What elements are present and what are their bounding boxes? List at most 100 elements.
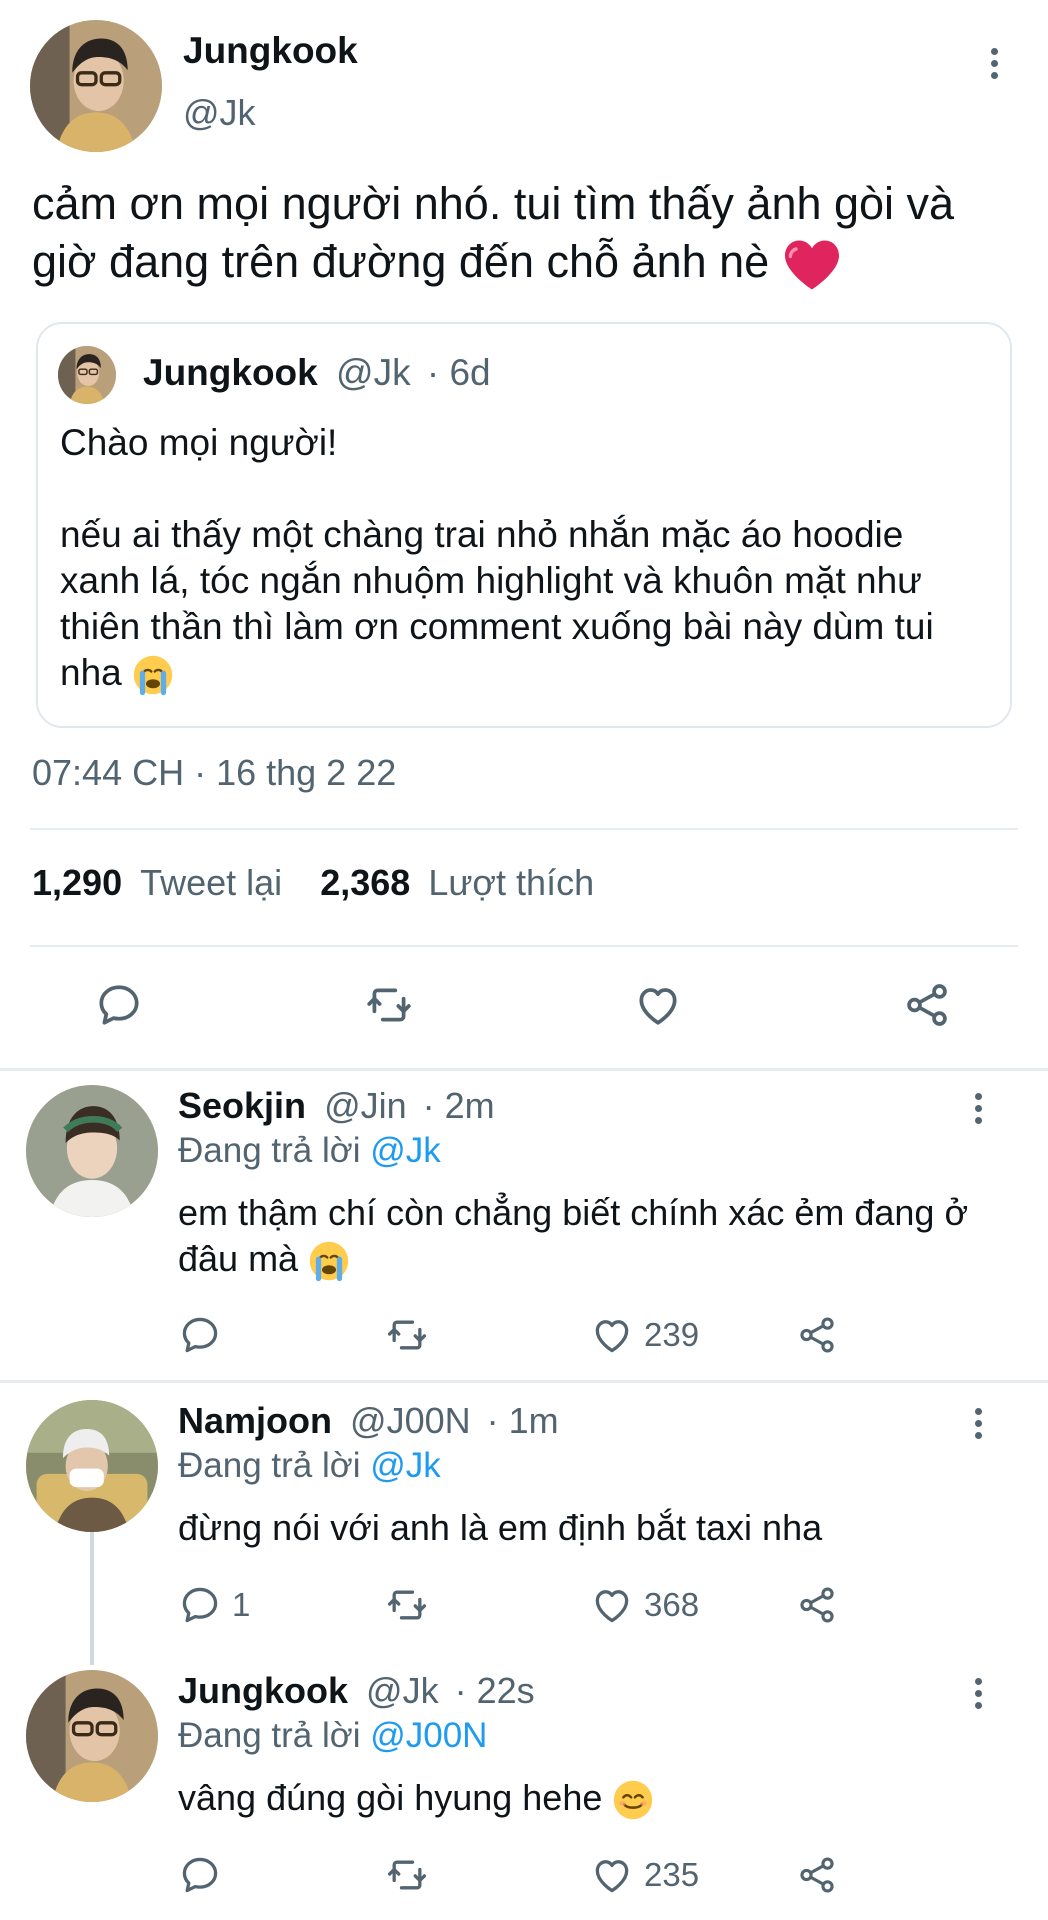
quoted-body: nếu ai thấy một chàng trai nhỏ nhắn mặc …	[60, 514, 934, 693]
reply-text-body: đừng nói với anh là em định bắt taxi nha	[178, 1507, 823, 1548]
tweet-stats: 1,290 Tweet lại 2,368 Lượt thích	[32, 862, 594, 904]
quoted-author-handle: @Jk	[336, 352, 411, 393]
more-vertical-icon[interactable]	[968, 1673, 988, 1713]
replying-prefix: Đang trả lời	[178, 1131, 361, 1170]
avatar-jungkook-image	[30, 20, 162, 152]
thread-line	[90, 1530, 94, 1665]
reply-text: đừng nói với anh là em định bắt taxi nha	[178, 1505, 978, 1551]
avatar-jungkook-image	[26, 1670, 158, 1802]
share-icon	[902, 980, 952, 1030]
divider	[30, 945, 1018, 947]
smiling-face-icon	[614, 1781, 653, 1820]
retweet-icon	[384, 1583, 430, 1627]
share-button[interactable]	[796, 1313, 838, 1357]
reply-author-handle[interactable]: @J00N	[350, 1400, 471, 1441]
reply-text-body: em thậm chí còn chẳng biết chính xác ẻm …	[178, 1192, 969, 1279]
replying-to: Đang trả lời @J00N	[178, 1716, 487, 1756]
reply-header: Jungkook @Jk · 22s	[178, 1670, 535, 1712]
reply-icon	[94, 980, 144, 1030]
quoted-tweet[interactable]: Jungkook @Jk · 6d Chào mọi người! nếu ai…	[36, 322, 1012, 728]
crying-face-icon	[133, 655, 173, 696]
likes-label: Lượt thích	[428, 862, 595, 903]
author-handle[interactable]: @Jk	[183, 92, 256, 134]
replying-to: Đang trả lời @Jk	[178, 1131, 441, 1171]
reply-header: Namjoon @J00N · 1m	[178, 1400, 559, 1442]
reply-icon	[178, 1853, 222, 1897]
heart-icon	[632, 980, 684, 1030]
share-button[interactable]	[902, 980, 952, 1030]
reply-button[interactable]	[94, 980, 144, 1030]
quoted-line1: Chào mọi người!	[60, 422, 338, 463]
heart-icon	[590, 1313, 634, 1357]
more-vertical-icon[interactable]	[984, 43, 1004, 83]
share-icon	[796, 1583, 838, 1627]
avatar	[58, 346, 116, 404]
section-divider	[0, 1380, 1048, 1383]
like-button[interactable]: 368	[590, 1583, 699, 1627]
avatar[interactable]	[26, 1085, 158, 1217]
replying-prefix: Đang trả lời	[178, 1446, 361, 1485]
likes-stat[interactable]: 2,368 Lượt thích	[320, 862, 594, 903]
red-heart-icon	[784, 240, 839, 290]
avatar[interactable]	[26, 1670, 158, 1802]
like-count: 235	[644, 1856, 700, 1893]
author-name[interactable]: Jungkook	[183, 30, 358, 72]
like-count: 239	[644, 1316, 700, 1353]
retweets-count: 1,290	[32, 862, 123, 903]
reply-author-handle[interactable]: @Jk	[366, 1670, 439, 1711]
avatar-jungkook-image	[58, 346, 116, 404]
reply-text: em thậm chí còn chẳng biết chính xác ẻm …	[178, 1190, 978, 1282]
reply-time: · 1m	[486, 1400, 559, 1441]
more-vertical-icon[interactable]	[968, 1403, 988, 1443]
more-vertical-icon[interactable]	[968, 1088, 988, 1128]
reply-author-name[interactable]: Namjoon	[178, 1400, 332, 1441]
retweet-button[interactable]	[384, 1583, 430, 1627]
like-count: 368	[644, 1586, 700, 1623]
divider	[30, 828, 1018, 830]
reply-header: Seokjin @Jin · 2m	[178, 1085, 495, 1127]
retweet-icon	[384, 1313, 430, 1357]
avatar[interactable]	[30, 20, 162, 152]
share-icon	[796, 1853, 838, 1897]
quoted-time: · 6d	[426, 352, 491, 393]
reply-time: · 2m	[422, 1085, 495, 1126]
heart-icon	[590, 1583, 634, 1627]
share-button[interactable]	[796, 1853, 838, 1897]
replying-to-handle[interactable]: @Jk	[370, 1131, 441, 1170]
quoted-author-name: Jungkook	[143, 352, 318, 393]
retweet-button[interactable]	[384, 1853, 430, 1897]
reply-button[interactable]	[178, 1313, 232, 1357]
like-button[interactable]	[632, 980, 684, 1030]
reply-author-name[interactable]: Seokjin	[178, 1085, 306, 1126]
avatar[interactable]	[26, 1400, 158, 1532]
retweets-stat[interactable]: 1,290 Tweet lại	[32, 862, 292, 903]
reply-text: vâng đúng gòi hyung hehe	[178, 1775, 978, 1821]
reply-text-body: vâng đúng gòi hyung hehe	[178, 1777, 603, 1818]
likes-count: 2,368	[320, 862, 411, 903]
retweet-icon	[362, 980, 416, 1030]
reply-button[interactable]: 1	[178, 1583, 250, 1627]
section-divider	[0, 1068, 1048, 1071]
retweets-label: Tweet lại	[140, 862, 283, 903]
avatar-seokjin-image	[26, 1085, 158, 1217]
replying-to-handle[interactable]: @Jk	[370, 1446, 441, 1485]
retweet-icon	[384, 1853, 430, 1897]
share-icon	[796, 1313, 838, 1357]
retweet-button[interactable]	[384, 1313, 430, 1357]
reply-icon	[178, 1313, 222, 1357]
crying-face-icon	[309, 1242, 349, 1282]
tweet-timestamp[interactable]: 07:44 CH · 16 thg 2 22	[32, 752, 396, 794]
avatar-namjoon-image	[26, 1400, 158, 1532]
like-button[interactable]: 239	[590, 1313, 699, 1357]
quoted-text: Chào mọi người! nếu ai thấy một chàng tr…	[60, 420, 990, 696]
share-button[interactable]	[796, 1583, 838, 1627]
replying-to-handle[interactable]: @J00N	[370, 1716, 487, 1755]
reply-author-handle[interactable]: @Jin	[324, 1085, 407, 1126]
reply-button[interactable]	[178, 1853, 232, 1897]
retweet-button[interactable]	[362, 980, 416, 1030]
reply-author-name[interactable]: Jungkook	[178, 1670, 348, 1711]
like-button[interactable]: 235	[590, 1853, 699, 1897]
reply-icon	[178, 1583, 222, 1627]
replying-prefix: Đang trả lời	[178, 1716, 361, 1755]
quoted-header: Jungkook @Jk · 6d	[143, 352, 491, 394]
